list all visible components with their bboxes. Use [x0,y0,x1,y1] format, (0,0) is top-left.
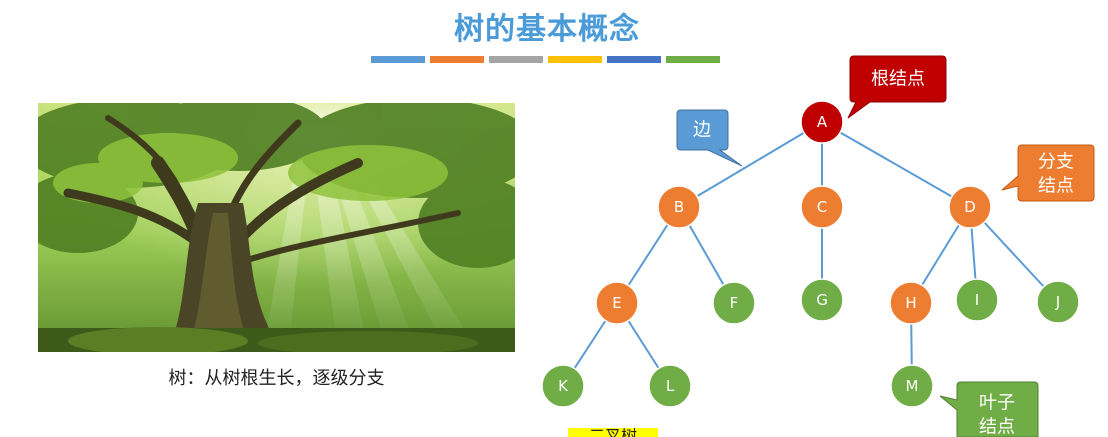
branch-callout-label-line1: 分支 [1038,152,1074,173]
root-node-callout: 根结点 [847,55,947,119]
tree-node-m: M [890,364,934,408]
tree-node-k: K [541,364,585,408]
tree-edges [562,121,1059,387]
tree-nodes: A B C D E F G H I J K L M [541,100,1080,408]
tree-node-d: D [948,185,992,229]
tree-edge-a-d [821,121,971,208]
branch-callout-label-line2: 结点 [1038,176,1074,197]
tree-node-label: A [817,113,828,131]
tree-node-label: J [1055,293,1060,311]
branch-node-callout: 分支 结点 [1001,144,1095,202]
tree-node-a: A [800,100,844,144]
tree-node-label: D [964,198,976,216]
leaf-callout-label-line2: 结点 [979,417,1015,437]
edge-callout-label: 边 [693,120,711,141]
tree-node-label: C [817,198,827,216]
tree-node-c: C [800,185,844,229]
tree-node-label: I [975,291,979,309]
tree-node-label: F [730,294,739,312]
tree-node-j: J [1036,280,1080,324]
tree-node-label: K [558,377,569,395]
root-callout-label: 根结点 [871,69,925,90]
tree-node-b: B [657,185,701,229]
tree-diagram: 根结点 边 分支 结点 叶子 结点 A B C D E F G H I J K L M [541,55,1095,437]
tree-node-label: L [666,377,675,395]
leaf-callout-label-line1: 叶子 [979,393,1015,414]
tree-node-e: E [595,281,639,325]
tree-node-l: L [648,364,692,408]
tree-node-h: H [889,281,933,325]
tree-node-g: G [800,278,844,322]
tree-node-i: I [955,278,999,322]
edge-callout: 边 [676,109,743,167]
leaf-node-callout: 叶子 结点 [939,381,1039,437]
tree-node-label: B [674,198,684,216]
tree-node-label: E [612,294,621,312]
tree-node-label: H [905,294,916,312]
tree-node-f: F [712,281,756,325]
tree-node-label: G [816,291,828,309]
tree-node-label: M [906,377,919,395]
footer-highlight-text: 二叉树 [568,428,658,437]
